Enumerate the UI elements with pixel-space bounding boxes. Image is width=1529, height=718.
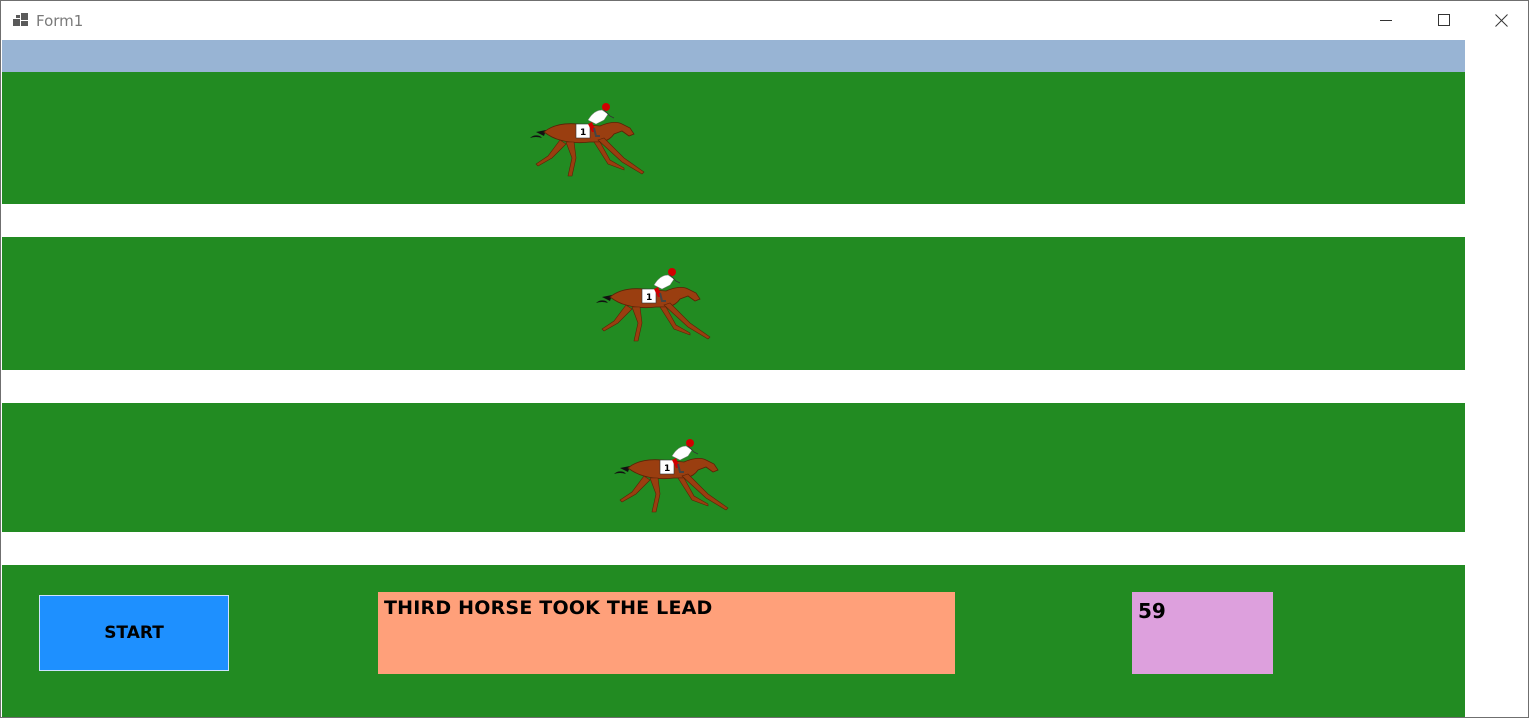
start-button[interactable]: START bbox=[39, 595, 229, 671]
close-button[interactable] bbox=[1472, 1, 1528, 39]
race-lane-2 bbox=[2, 237, 1465, 370]
svg-text:1: 1 bbox=[580, 128, 586, 138]
maximize-icon bbox=[1438, 14, 1450, 26]
minimize-icon bbox=[1380, 20, 1392, 21]
horse-icon: 1 bbox=[530, 103, 645, 177]
maximize-button[interactable] bbox=[1415, 1, 1473, 39]
minimize-button[interactable] bbox=[1357, 1, 1415, 39]
horse-icon: 1 bbox=[614, 439, 729, 513]
button-focus-border bbox=[41, 597, 227, 669]
top-strip bbox=[2, 40, 1465, 72]
counter-box: 59 bbox=[1132, 592, 1273, 674]
race-lane-3 bbox=[2, 403, 1465, 532]
horse-icon: 1 bbox=[596, 268, 711, 342]
app-window: Form1 1 1 1 START THIRD HORSE TOOK THE L… bbox=[0, 0, 1529, 718]
form-client-area: 1 1 1 START THIRD HORSE TOOK THE LEAD 59 bbox=[2, 39, 1465, 717]
title-bar[interactable]: Form1 bbox=[1, 1, 1528, 39]
close-icon bbox=[1494, 13, 1508, 27]
form-app-icon bbox=[13, 13, 28, 26]
counter-value: 59 bbox=[1138, 599, 1166, 623]
status-message: THIRD HORSE TOOK THE LEAD bbox=[384, 597, 713, 619]
window-title: Form1 bbox=[36, 12, 84, 30]
svg-text:1: 1 bbox=[664, 464, 670, 474]
race-lane-1 bbox=[2, 72, 1465, 204]
status-message-box: THIRD HORSE TOOK THE LEAD bbox=[378, 592, 955, 674]
svg-text:1: 1 bbox=[646, 293, 652, 303]
